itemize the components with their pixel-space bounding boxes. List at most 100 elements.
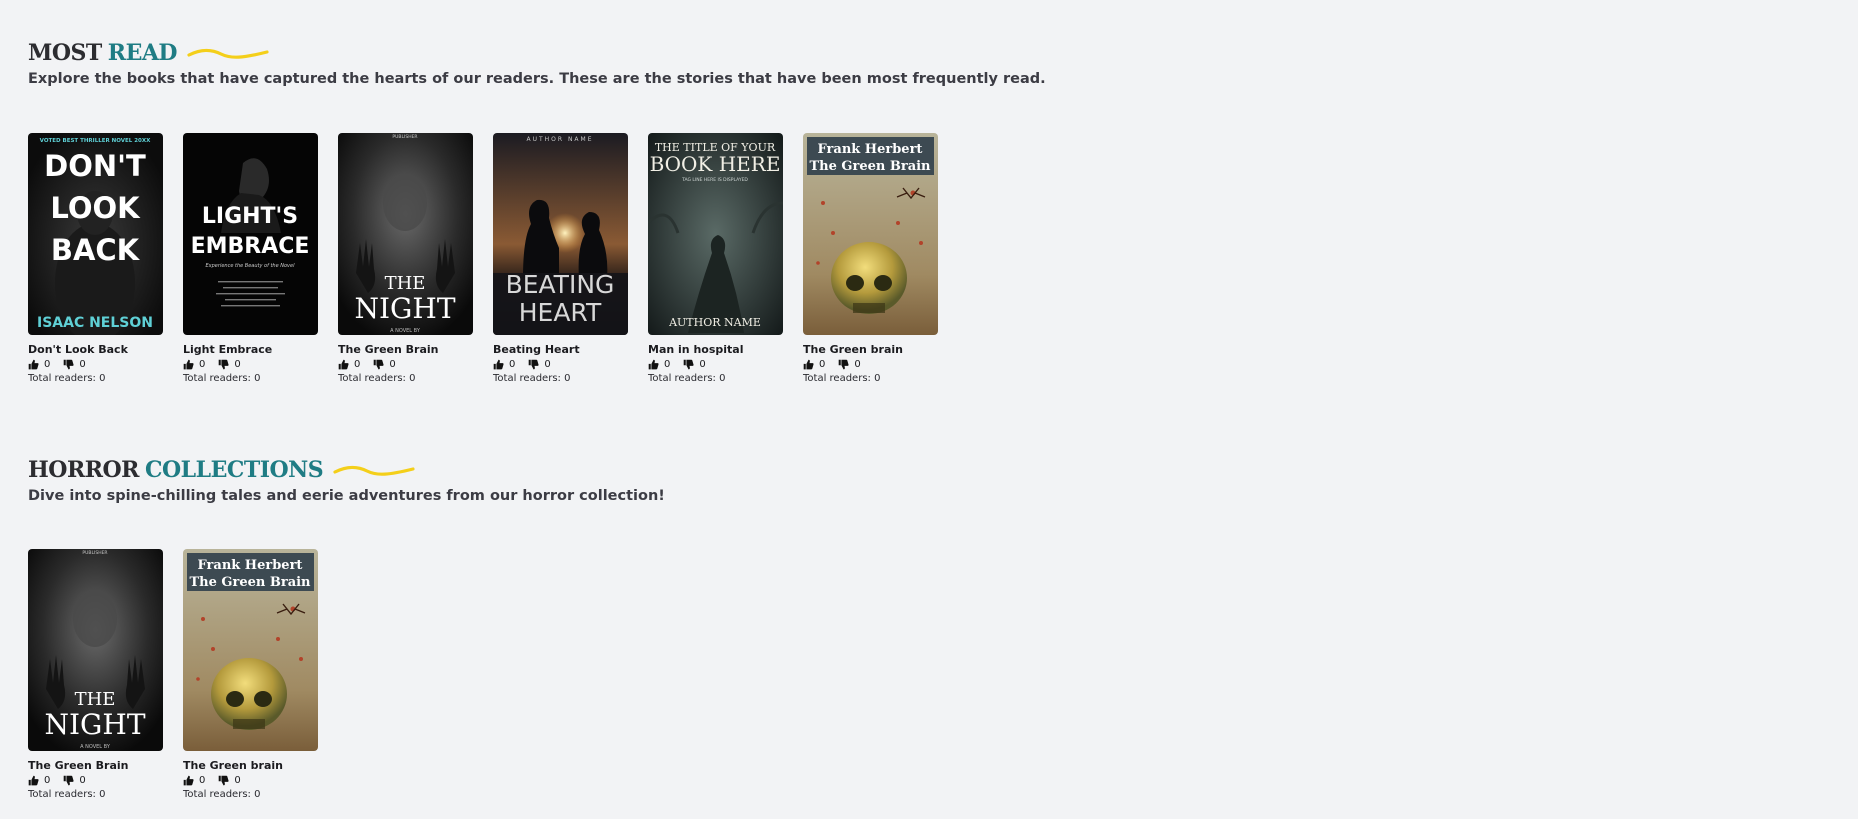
svg-text:PUBLISHER: PUBLISHER bbox=[392, 134, 417, 140]
thumbs-up-icon[interactable] bbox=[28, 775, 39, 786]
dislike-count: 0 bbox=[699, 359, 706, 370]
book-cover-green-brain[interactable]: Frank Herbert The Green Brain bbox=[183, 549, 318, 751]
svg-text:PUBLISHER: PUBLISHER bbox=[82, 550, 107, 556]
book-card[interactable]: PUBLISHER THE NIGHT A NOVEL BY The Green Bra… bbox=[28, 549, 163, 800]
book-rating-stats: 00 bbox=[183, 358, 318, 371]
thumbs-down-icon[interactable] bbox=[838, 359, 849, 370]
svg-text:Frank Herbert: Frank Herbert bbox=[198, 558, 303, 573]
svg-text:ISAAC NELSON: ISAAC NELSON bbox=[37, 315, 153, 331]
svg-text:A NOVEL BY: A NOVEL BY bbox=[80, 744, 111, 750]
section-title-first: HORROR bbox=[28, 457, 139, 483]
total-readers: Total readers: 0 bbox=[183, 789, 261, 800]
svg-text:AUTHOR NAME: AUTHOR NAME bbox=[526, 136, 593, 143]
book-card[interactable]: Frank Herbert The Green Brain The Green br… bbox=[803, 133, 938, 384]
thumbs-up-icon[interactable] bbox=[803, 359, 814, 370]
like-count: 0 bbox=[819, 359, 826, 370]
book-title[interactable]: Light Embrace bbox=[183, 343, 318, 356]
book-title[interactable]: The Green Brain bbox=[338, 343, 473, 356]
book-rating-stats: 00 bbox=[28, 774, 163, 787]
book-card[interactable]: VOTED BEST THRILLER NOVEL 20XX DON'T LOOK B… bbox=[28, 133, 163, 384]
thumbs-up-icon[interactable] bbox=[183, 359, 194, 370]
thumbs-down-icon[interactable] bbox=[528, 359, 539, 370]
dislike-count: 0 bbox=[389, 359, 396, 370]
dislike-count: 0 bbox=[234, 359, 241, 370]
book-cover-the-night[interactable]: PUBLISHER THE NIGHT A NOVEL BY bbox=[338, 133, 473, 335]
dislike-count: 0 bbox=[79, 775, 86, 786]
dislike-count: 0 bbox=[854, 359, 861, 370]
book-rating-stats: 00 bbox=[338, 358, 473, 371]
like-count: 0 bbox=[44, 359, 51, 370]
book-card[interactable]: THE TITLE OF YOUR BOOK HERE TAG LINE HERE … bbox=[648, 133, 783, 384]
section-title: HORROR COLLECTIONS bbox=[28, 459, 665, 481]
like-count: 0 bbox=[199, 359, 206, 370]
book-cover-dont-look-back[interactable]: VOTED BEST THRILLER NOVEL 20XX DON'T LOOK B… bbox=[28, 133, 163, 335]
svg-text:Experience the Beauty of the N: Experience the Beauty of the Novel bbox=[206, 263, 296, 269]
book-card[interactable]: Frank Herbert The Green Brain The Green br… bbox=[183, 549, 318, 800]
book-cover-the-night[interactable]: PUBLISHER THE NIGHT A NOVEL BY bbox=[28, 549, 163, 751]
book-cover-title-here[interactable]: THE TITLE OF YOUR BOOK HERE TAG LINE HERE … bbox=[648, 133, 783, 335]
book-title[interactable]: The Green Brain bbox=[28, 759, 163, 772]
svg-text:The Green Brain: The Green Brain bbox=[189, 575, 311, 590]
dislike-count: 0 bbox=[234, 775, 241, 786]
like-count: 0 bbox=[199, 775, 206, 786]
svg-text:BOOK HERE: BOOK HERE bbox=[650, 152, 781, 176]
thumbs-up-icon[interactable] bbox=[28, 359, 39, 370]
svg-text:A NOVEL BY: A NOVEL BY bbox=[390, 328, 421, 334]
section-title-accent: COLLECTIONS bbox=[144, 457, 324, 483]
squiggle-underline-icon bbox=[187, 48, 269, 59]
book-cover-green-brain[interactable]: Frank Herbert The Green Brain bbox=[803, 133, 938, 335]
total-readers: Total readers: 0 bbox=[28, 789, 106, 800]
like-count: 0 bbox=[664, 359, 671, 370]
total-readers: Total readers: 0 bbox=[493, 373, 571, 384]
thumbs-down-icon[interactable] bbox=[63, 775, 74, 786]
dislike-count: 0 bbox=[79, 359, 86, 370]
book-title[interactable]: Beating Heart bbox=[493, 343, 628, 356]
most-read-section: MOST READ Explore the books that have ca… bbox=[28, 42, 1046, 87]
like-count: 0 bbox=[44, 775, 51, 786]
svg-text:LOOK: LOOK bbox=[50, 191, 141, 225]
book-rating-stats: 00 bbox=[493, 358, 628, 371]
svg-text:THE: THE bbox=[75, 689, 116, 710]
thumbs-up-icon[interactable] bbox=[183, 775, 194, 786]
svg-text:EMBRACE: EMBRACE bbox=[191, 234, 310, 259]
total-readers: Total readers: 0 bbox=[338, 373, 416, 384]
thumbs-down-icon[interactable] bbox=[683, 359, 694, 370]
svg-text:TAG LINE HERE IS DISPLAYED: TAG LINE HERE IS DISPLAYED bbox=[681, 177, 748, 183]
total-readers: Total readers: 0 bbox=[28, 373, 106, 384]
thumbs-down-icon[interactable] bbox=[63, 359, 74, 370]
thumbs-up-icon[interactable] bbox=[648, 359, 659, 370]
book-title[interactable]: The Green brain bbox=[803, 343, 938, 356]
svg-text:NIGHT: NIGHT bbox=[44, 708, 145, 741]
book-cover-lights-embrace[interactable]: LIGHT'S EMBRACE Experience the Beauty of t… bbox=[183, 133, 318, 335]
thumbs-down-icon[interactable] bbox=[373, 359, 384, 370]
squiggle-underline-icon bbox=[333, 465, 415, 476]
section-title-first: MOST bbox=[28, 40, 102, 66]
thumbs-up-icon[interactable] bbox=[338, 359, 349, 370]
most-read-book-grid: VOTED BEST THRILLER NOVEL 20XX DON'T LOOK B… bbox=[28, 133, 958, 384]
thumbs-up-icon[interactable] bbox=[493, 359, 504, 370]
book-cover-beating-heart[interactable]: AUTHOR NAME BEATING HEART bbox=[493, 133, 628, 335]
svg-text:THE: THE bbox=[385, 273, 426, 294]
thumbs-down-icon[interactable] bbox=[218, 359, 229, 370]
like-count: 0 bbox=[354, 359, 361, 370]
book-card[interactable]: AUTHOR NAME BEATING HEART Beating Heart 0 0 To… bbox=[493, 133, 628, 384]
like-count: 0 bbox=[509, 359, 516, 370]
svg-text:BACK: BACK bbox=[51, 233, 141, 267]
book-rating-stats: 00 bbox=[803, 358, 938, 371]
book-title[interactable]: The Green brain bbox=[183, 759, 318, 772]
thumbs-down-icon[interactable] bbox=[218, 775, 229, 786]
book-card[interactable]: LIGHT'S EMBRACE Experience the Beauty of t… bbox=[183, 133, 318, 384]
svg-text:Frank Herbert: Frank Herbert bbox=[818, 142, 923, 157]
book-title[interactable]: Don't Look Back bbox=[28, 343, 163, 356]
section-subtitle: Explore the books that have captured the… bbox=[28, 71, 1046, 87]
section-title-accent: READ bbox=[107, 40, 178, 66]
svg-text:LIGHT'S: LIGHT'S bbox=[202, 204, 298, 229]
book-card[interactable]: PUBLISHER THE NIGHT A NOVEL BY The Green Bra… bbox=[338, 133, 473, 384]
book-rating-stats: 00 bbox=[28, 358, 163, 371]
horror-collections-section: HORROR COLLECTIONS Dive into spine-chill… bbox=[28, 459, 665, 504]
book-title[interactable]: Man in hospital bbox=[648, 343, 783, 356]
total-readers: Total readers: 0 bbox=[648, 373, 726, 384]
section-title: MOST READ bbox=[28, 42, 1046, 64]
horror-book-grid: PUBLISHER THE NIGHT A NOVEL BY The Green Bra… bbox=[28, 549, 338, 800]
svg-text:AUTHOR NAME: AUTHOR NAME bbox=[668, 316, 761, 329]
